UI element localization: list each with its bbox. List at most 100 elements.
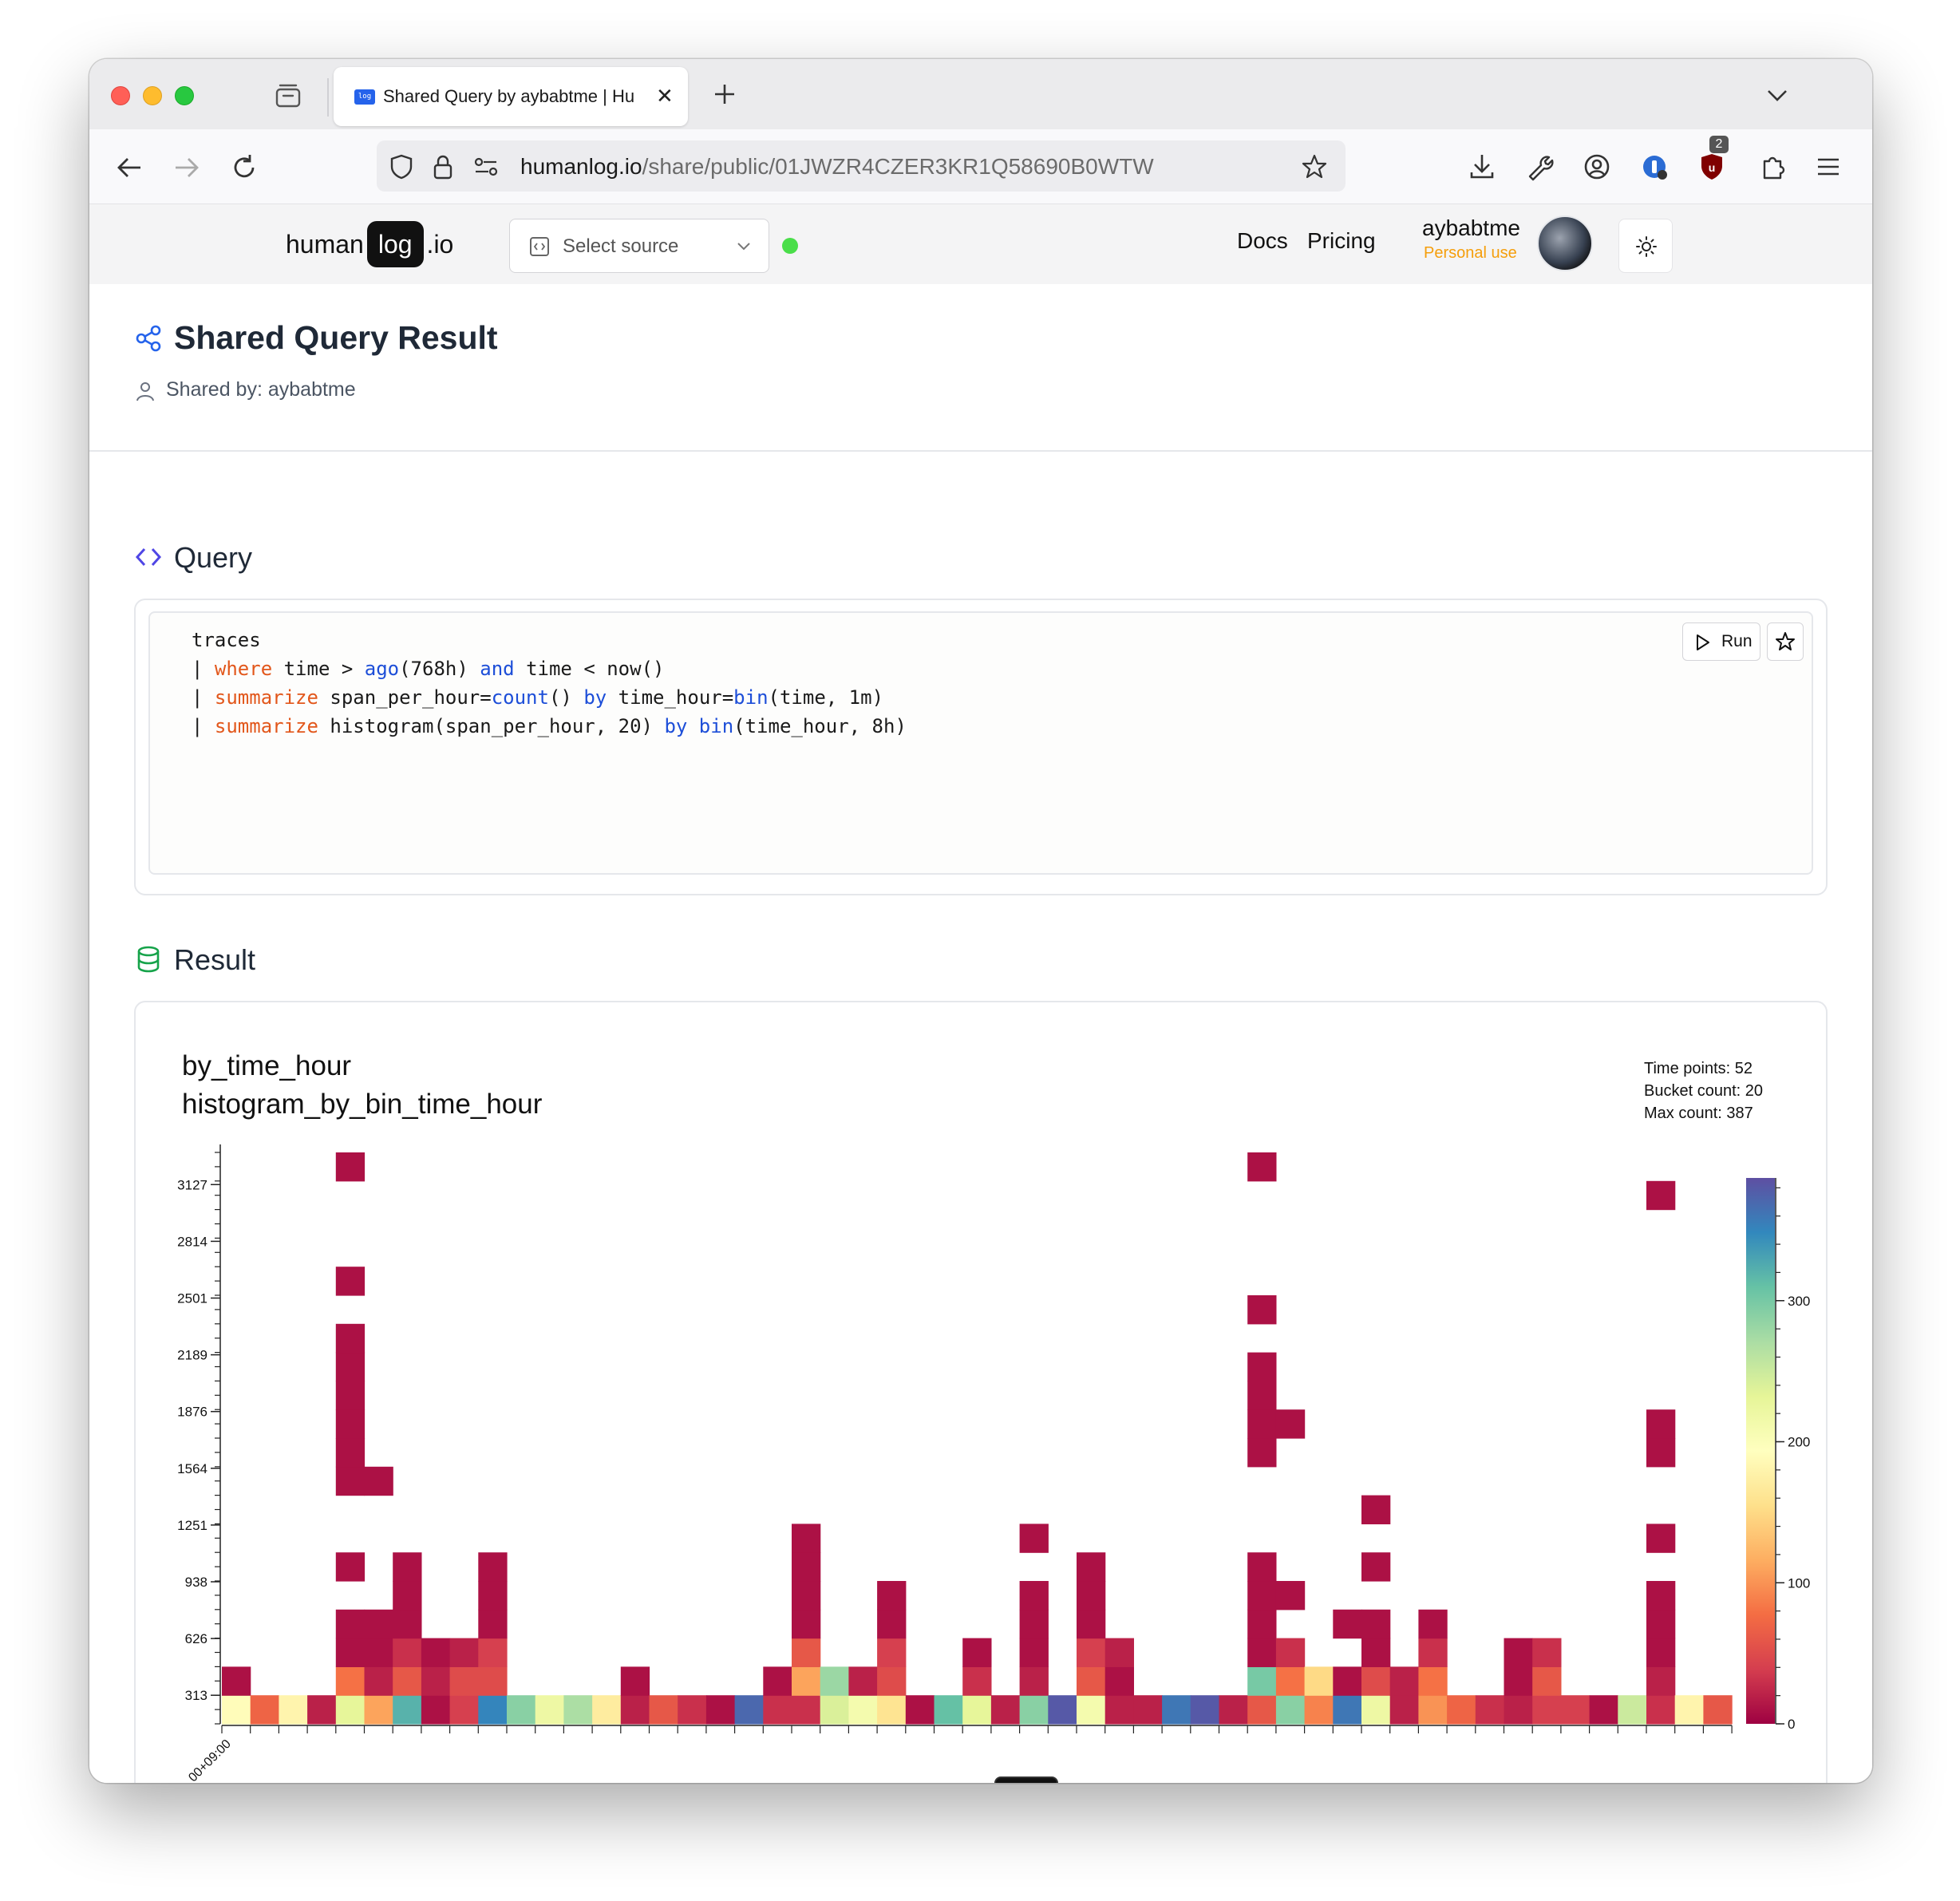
site-permissions-icon[interactable] xyxy=(472,153,500,180)
tab-title: Shared Query by aybabtme | Hu xyxy=(383,86,635,106)
new-tab-icon[interactable] xyxy=(709,78,741,110)
humanlog-logo[interactable]: human log .io xyxy=(286,220,453,268)
result-card: by_time_hour histogram_by_bin_time_hour … xyxy=(134,1001,1828,1783)
close-window-button[interactable] xyxy=(111,86,130,105)
downloads-icon[interactable] xyxy=(1465,150,1499,184)
reload-icon[interactable] xyxy=(228,152,260,184)
heatmap-cell xyxy=(848,1695,878,1725)
heatmap-cell xyxy=(393,1638,422,1667)
shield-icon[interactable] xyxy=(388,153,415,180)
ublock-shield-icon[interactable]: u xyxy=(1695,150,1729,184)
heatmap-cell xyxy=(1247,1438,1277,1468)
browser-window: log Shared Query by aybabtme | Hu ✕ huma… xyxy=(89,59,1872,1783)
source-select[interactable]: Select source xyxy=(509,219,769,273)
sun-icon xyxy=(1636,236,1657,257)
floating-app-button[interactable] xyxy=(994,1777,1058,1783)
heatmap-cell xyxy=(877,1638,907,1667)
theme-toggle-button[interactable] xyxy=(1618,219,1673,273)
heatmap-cell xyxy=(335,1409,366,1439)
password-manager-icon[interactable] xyxy=(1638,150,1671,184)
heatmap-cell xyxy=(877,1695,907,1725)
heatmap-cell xyxy=(1104,1638,1134,1667)
menu-icon[interactable] xyxy=(1812,150,1845,184)
heatmap-cell xyxy=(1077,1666,1106,1696)
tab-overview-icon[interactable] xyxy=(275,83,302,109)
heatmap-cell xyxy=(449,1695,479,1725)
query-code[interactable]: traces | where time > ago(768h) and time… xyxy=(192,626,907,741)
back-icon[interactable] xyxy=(113,152,145,184)
forward-icon[interactable] xyxy=(171,152,203,184)
heatmap-cell xyxy=(535,1695,564,1725)
favorite-query-button[interactable] xyxy=(1767,622,1804,661)
heatmap-cell xyxy=(705,1695,736,1725)
heatmap-cell xyxy=(1247,1409,1277,1439)
url-text[interactable]: humanlog.io/share/public/01JWZR4CZER3KR1… xyxy=(520,153,1154,180)
heatmap-cell xyxy=(478,1581,508,1611)
heatmap-cell xyxy=(335,1552,366,1582)
favicon-icon: log xyxy=(354,89,375,105)
heatmap-cell xyxy=(364,1609,393,1639)
chevron-down-icon xyxy=(737,243,750,251)
heatmap-cell xyxy=(1019,1524,1049,1553)
heatmap-cell xyxy=(1190,1695,1220,1725)
heatmap-cell xyxy=(1646,1409,1676,1439)
run-button[interactable]: Run xyxy=(1682,622,1760,661)
heatmap-cell xyxy=(1077,1638,1106,1667)
heatmap-cell xyxy=(1104,1695,1134,1725)
bookmark-star-icon[interactable] xyxy=(1301,153,1328,180)
heatmap-cell xyxy=(792,1695,821,1725)
heatmap-cell xyxy=(1418,1609,1448,1639)
y-tick-label: 1876 xyxy=(177,1405,207,1420)
y-tick-label: 1251 xyxy=(177,1518,207,1533)
extensions-puzzle-icon[interactable] xyxy=(1757,150,1791,184)
heatmap-cell xyxy=(335,1638,366,1667)
heatmap-cell xyxy=(421,1695,451,1725)
x-tick-label: …00+09:00 xyxy=(177,1737,234,1783)
heatmap-cell xyxy=(250,1695,279,1725)
heatmap-cell xyxy=(1304,1666,1334,1696)
lock-icon[interactable] xyxy=(429,153,456,180)
heatmap-cell xyxy=(335,1267,366,1296)
docs-link[interactable]: Docs xyxy=(1237,228,1288,254)
heatmap-cell xyxy=(905,1695,935,1725)
wrench-icon[interactable] xyxy=(1523,150,1556,184)
heatmap-cell xyxy=(393,1666,422,1696)
y-tick-label: 2814 xyxy=(177,1234,207,1249)
account-icon[interactable] xyxy=(1580,150,1614,184)
heatmap-cell xyxy=(620,1666,650,1696)
connection-status-dot xyxy=(782,238,798,254)
tab-active[interactable]: log Shared Query by aybabtme | Hu ✕ xyxy=(334,67,688,126)
heatmap-cell xyxy=(1304,1695,1334,1725)
minimize-window-button[interactable] xyxy=(143,86,162,105)
close-tab-icon[interactable]: ✕ xyxy=(656,85,677,107)
heatmap-cell xyxy=(393,1581,422,1611)
heatmap-cell xyxy=(478,1695,508,1725)
heatmap-cell xyxy=(962,1666,992,1696)
chevron-down-icon[interactable] xyxy=(1764,83,1791,107)
heatmap-cell xyxy=(877,1581,907,1611)
heatmap-cell xyxy=(763,1695,792,1725)
heatmap-cell xyxy=(1162,1695,1191,1725)
svg-text:u: u xyxy=(1709,161,1716,174)
heatmap-cell xyxy=(1504,1695,1533,1725)
zoom-window-button[interactable] xyxy=(175,86,194,105)
heatmap-cell xyxy=(1646,1666,1676,1696)
heatmap-cell xyxy=(763,1666,792,1696)
heatmap-cell xyxy=(222,1695,251,1725)
address-bar[interactable]: humanlog.io/share/public/01JWZR4CZER3KR1… xyxy=(377,140,1346,192)
result-section-title: Result xyxy=(174,943,256,976)
heatmap-cell xyxy=(478,1638,508,1667)
query-editor[interactable]: traces | where time > ago(768h) and time… xyxy=(148,611,1813,875)
page-content: Shared Query Result Shared by: aybabtme … xyxy=(89,284,1872,1783)
heatmap-cell xyxy=(1361,1666,1391,1696)
heatmap-cell xyxy=(877,1666,907,1696)
heatmap-cell xyxy=(335,1152,366,1182)
heatmap-cell xyxy=(1247,1295,1277,1325)
pricing-link[interactable]: Pricing xyxy=(1307,228,1376,254)
heatmap-cell xyxy=(792,1552,821,1582)
username[interactable]: aybabtme xyxy=(1422,215,1520,241)
heatmap-cell xyxy=(934,1695,963,1725)
avatar[interactable] xyxy=(1537,215,1593,271)
colorbar-tick-label: 200 xyxy=(1788,1435,1810,1450)
heatmap-cell xyxy=(1646,1180,1676,1211)
